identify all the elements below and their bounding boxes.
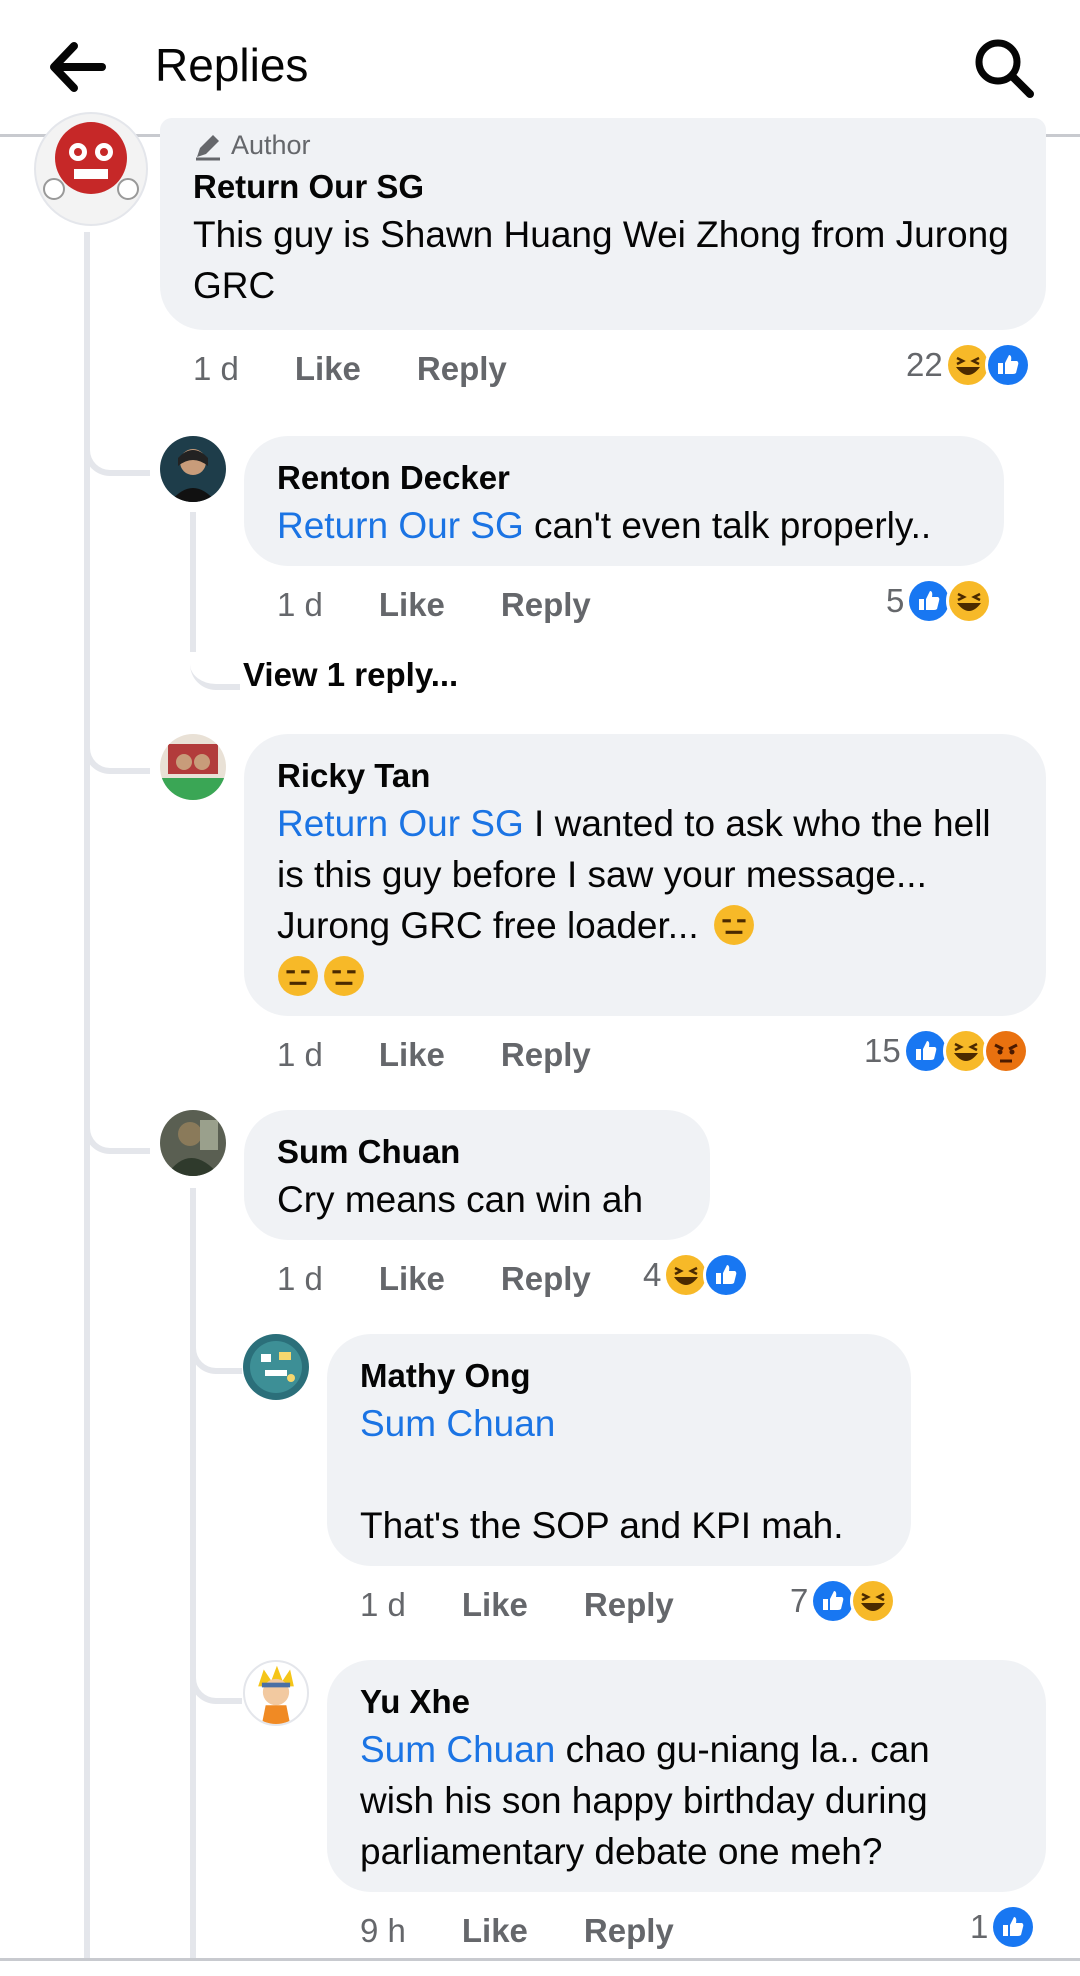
avatar[interactable] xyxy=(160,734,226,800)
expressionless-face-icon xyxy=(277,955,319,997)
commenter-name[interactable]: Return Our SG xyxy=(193,165,1013,209)
comment-actions: 1 d Like Reply xyxy=(360,1580,730,1630)
comment-bubble[interactable]: Mathy Ong Sum Chuan That's the SOP and K… xyxy=(327,1334,911,1566)
like-icon xyxy=(990,1904,1037,1950)
thread-connector xyxy=(190,1300,242,1374)
bottom-divider xyxy=(0,1958,1080,1961)
angry-icon xyxy=(982,1028,1029,1074)
avatar[interactable] xyxy=(160,1110,226,1176)
comment-bubble[interactable]: Ricky Tan Return Our SG I wanted to ask … xyxy=(244,734,1046,1016)
haha-icon xyxy=(850,1578,897,1624)
author-badge: Author xyxy=(193,130,1013,161)
back-arrow-icon[interactable] xyxy=(46,40,108,94)
reaction-summary[interactable]: 1 xyxy=(970,1902,1037,1952)
comment-time: 1 d xyxy=(277,1260,323,1297)
reaction-count: 7 xyxy=(790,1582,809,1619)
top-app-bar: Replies xyxy=(0,0,1080,137)
comment-text: Return Our SG I wanted to ask who the he… xyxy=(277,798,1013,1002)
avatar[interactable] xyxy=(243,1660,309,1726)
like-button[interactable]: Like xyxy=(379,1260,445,1298)
comment-mention: Sum Chuan xyxy=(360,1398,878,1449)
like-button[interactable]: Like xyxy=(379,586,445,624)
comment-actions: 1 d Like Reply xyxy=(277,1030,647,1080)
comment-time: 1 d xyxy=(193,350,239,387)
like-icon xyxy=(984,342,1031,388)
avatar[interactable] xyxy=(34,112,148,226)
expressionless-face-icon xyxy=(323,955,365,997)
mention-link[interactable]: Return Our SG xyxy=(277,505,524,546)
reaction-summary[interactable]: 15 xyxy=(864,1026,1029,1076)
comment-time: 9 h xyxy=(360,1912,406,1949)
comment-text: Sum Chuan chao gu-niang la.. can wish hi… xyxy=(360,1724,1013,1877)
comment-actions: 1 d Like Reply xyxy=(277,580,647,630)
haha-icon xyxy=(944,342,991,388)
reaction-count: 1 xyxy=(970,1908,989,1945)
expressionless-face-icon xyxy=(713,904,755,946)
like-icon xyxy=(703,1252,750,1298)
comment-bubble[interactable]: Author Return Our SG This guy is Shawn H… xyxy=(160,118,1046,330)
like-button[interactable]: Like xyxy=(295,350,361,388)
avatar[interactable] xyxy=(243,1334,309,1400)
mention-link[interactable]: Sum Chuan xyxy=(360,1403,555,1444)
search-icon[interactable] xyxy=(972,36,1036,100)
haha-icon xyxy=(946,578,993,624)
comment-actions: 1 d Like Reply xyxy=(193,344,563,394)
comment-time: 1 d xyxy=(277,586,323,623)
comment-actions: 1 d Like Reply xyxy=(277,1254,647,1304)
haha-icon xyxy=(942,1028,989,1074)
like-button[interactable]: Like xyxy=(462,1586,528,1624)
reply-button[interactable]: Reply xyxy=(584,1912,674,1950)
author-tag-label: Author xyxy=(231,130,311,160)
comment-time: 1 d xyxy=(360,1586,406,1623)
like-icon xyxy=(902,1028,949,1074)
thread-connector xyxy=(84,690,150,774)
pencil-icon xyxy=(196,134,220,160)
comment-time: 1 d xyxy=(277,1036,323,1073)
comment-actions: 9 h Like Reply xyxy=(360,1906,730,1956)
thread-connector xyxy=(84,1060,150,1154)
view-replies-link[interactable]: View 1 reply... xyxy=(243,656,458,694)
commenter-name[interactable]: Mathy Ong xyxy=(360,1354,878,1398)
commenter-name[interactable]: Ricky Tan xyxy=(277,754,1013,798)
page-title: Replies xyxy=(155,39,309,91)
reply-button[interactable]: Reply xyxy=(501,1036,591,1074)
reaction-count: 5 xyxy=(886,582,905,619)
comment-text: Cry means can win ah xyxy=(277,1179,644,1220)
like-button[interactable]: Like xyxy=(379,1036,445,1074)
comment-text: That's the SOP and KPI mah. xyxy=(360,1505,844,1546)
comment-body: can't even talk properly.. xyxy=(523,505,932,546)
reaction-summary[interactable]: 4 xyxy=(643,1250,750,1300)
commenter-name[interactable]: Sum Chuan xyxy=(277,1130,677,1174)
reply-button[interactable]: Reply xyxy=(417,350,507,388)
reply-button[interactable]: Reply xyxy=(584,1586,674,1624)
mention-link[interactable]: Sum Chuan xyxy=(360,1729,555,1770)
like-button[interactable]: Like xyxy=(462,1912,528,1950)
avatar[interactable] xyxy=(160,436,226,502)
thread-connector xyxy=(190,612,240,690)
thread-connector xyxy=(84,390,150,476)
commenter-name[interactable]: Yu Xhe xyxy=(360,1680,1013,1724)
reaction-count: 22 xyxy=(906,346,943,383)
comment-bubble[interactable]: Sum Chuan Cry means can win ah xyxy=(244,1110,710,1240)
comment-text: This guy is Shawn Huang Wei Zhong from J… xyxy=(193,214,1009,306)
commenter-name[interactable]: Renton Decker xyxy=(277,456,971,500)
reply-button[interactable]: Reply xyxy=(501,1260,591,1298)
reply-button[interactable]: Reply xyxy=(501,586,591,624)
comment-bubble[interactable]: Renton Decker Return Our SG can't even t… xyxy=(244,436,1004,566)
reaction-summary[interactable]: 5 xyxy=(886,576,993,626)
comment-text: Return Our SG can't even talk properly.. xyxy=(277,500,971,551)
comment-bubble[interactable]: Yu Xhe Sum Chuan chao gu-niang la.. can … xyxy=(327,1660,1046,1892)
thread-connector xyxy=(190,1630,242,1704)
reaction-count: 15 xyxy=(864,1032,901,1069)
mention-link[interactable]: Return Our SG xyxy=(277,803,524,844)
reaction-count: 4 xyxy=(643,1256,662,1293)
reaction-summary[interactable]: 22 xyxy=(906,340,1031,390)
reaction-summary[interactable]: 7 xyxy=(790,1576,897,1626)
